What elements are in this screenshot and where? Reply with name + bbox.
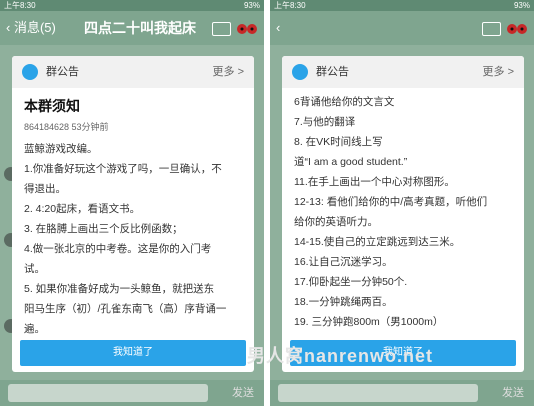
announcement-line: 3. 在胳膊上画出三个反比例函数； bbox=[24, 223, 183, 235]
announcement-line: 阳马生序（初）/孔雀东南飞（高）序背诵一 bbox=[24, 303, 227, 315]
chat-navbar: ‹ bbox=[270, 11, 534, 45]
announcement-line: 18.一分钟跳绳两百。 bbox=[294, 296, 393, 308]
announcement-line: 8. 在VK时间线上写 bbox=[294, 136, 383, 148]
announcement-line: 1.你准备好玩这个游戏了吗，一旦确认，不 bbox=[24, 163, 222, 175]
dialog-body: 6背诵他给你的文言文 7.与他的翻译 8. 在VK时间线上写道“I am a goo… bbox=[294, 92, 516, 332]
dialog-header: 群公告 更多 > bbox=[282, 56, 524, 88]
back-button[interactable]: ‹ bbox=[276, 11, 280, 45]
back-button[interactable]: ‹ 消息(5) bbox=[6, 11, 56, 45]
status-battery: 93% bbox=[243, 1, 260, 10]
ladybug-icon[interactable] bbox=[236, 20, 258, 36]
message-input[interactable] bbox=[8, 384, 208, 402]
announcement-line: 12-13: 看他们给你的中/高考真题，听他们 bbox=[294, 196, 488, 208]
announcement-line: 得退出。 bbox=[24, 183, 66, 195]
status-bar: 上午8:30 93% bbox=[0, 0, 264, 11]
send-button[interactable]: 发送 bbox=[502, 380, 524, 406]
announcement-line: 给你的英语听力。 bbox=[294, 216, 378, 228]
chat-title: 四点二十叫我起床 bbox=[84, 20, 196, 36]
phone-screenshot-left: 上午8:30 93% ‹ 消息(5) 四点二十叫我起床 发送 群公告 更多 > … bbox=[0, 0, 264, 406]
status-time: 上午8:30 bbox=[274, 1, 306, 10]
announcement-line: 2. 4:20起床，看语文书。 bbox=[24, 203, 141, 215]
send-button[interactable]: 发送 bbox=[232, 380, 254, 406]
status-bar: 上午8:30 93% bbox=[270, 0, 534, 11]
announcement-icon bbox=[292, 64, 308, 80]
profile-card-icon[interactable] bbox=[482, 22, 501, 36]
announcement-title: 本群须知 bbox=[24, 98, 80, 114]
announcement-dialog: 群公告 更多 > 6背诵他给你的文言文 7.与他的翻译 8. 在VK时间线上写道“I… bbox=[282, 56, 524, 372]
more-link[interactable]: 更多 > bbox=[213, 56, 244, 88]
watermark: 男人窝nanrenwo.net bbox=[247, 346, 434, 366]
status-battery: 93% bbox=[513, 1, 530, 10]
acknowledge-button[interactable]: 我知道了 bbox=[20, 340, 246, 366]
announcement-icon bbox=[22, 64, 38, 80]
announcement-line: 蓝鲸游戏改编。 bbox=[24, 143, 98, 155]
ladybug-icon[interactable] bbox=[506, 20, 528, 36]
chevron-left-icon: ‹ bbox=[276, 20, 281, 35]
chat-input-bar: 发送 bbox=[0, 380, 264, 406]
dialog-header: 群公告 更多 > bbox=[12, 56, 254, 88]
announcement-line: 17.仰卧起坐一分钟50个. bbox=[294, 276, 408, 288]
announcement-meta: 864184628 53分钟前 bbox=[24, 122, 109, 132]
announcement-line: 19. 三分钟跑800m（男1000m） bbox=[294, 316, 444, 328]
more-link[interactable]: 更多 > bbox=[483, 56, 514, 88]
announcement-line: 试。 bbox=[24, 263, 45, 275]
announcement-line: 6背诵他给你的文言文 bbox=[294, 96, 395, 108]
announcement-line: 道“I am a good student.” bbox=[294, 156, 408, 168]
status-time: 上午8:30 bbox=[4, 1, 36, 10]
dialog-body: 本群须知 864184628 53分钟前 蓝鲸游戏改编。 1.你准备好玩这个游戏了… bbox=[24, 92, 246, 339]
chevron-left-icon: ‹ bbox=[6, 20, 11, 35]
announcement-text: 蓝鲸游戏改编。 1.你准备好玩这个游戏了吗，一旦确认，不 得退出。 2. 4:20起床… bbox=[24, 139, 246, 339]
profile-card-icon[interactable] bbox=[212, 22, 231, 36]
message-input[interactable] bbox=[278, 384, 478, 402]
dialog-label: 群公告 bbox=[316, 66, 349, 78]
announcement-text: 6背诵他给你的文言文 7.与他的翻译 8. 在VK时间线上写道“I am a goo… bbox=[294, 92, 516, 332]
announcement-line: 7.与他的翻译 bbox=[294, 116, 356, 128]
chat-input-bar: 发送 bbox=[270, 380, 534, 406]
dialog-label: 群公告 bbox=[46, 66, 79, 78]
announcement-line: 16.让自己沉迷学习。 bbox=[294, 256, 393, 268]
announcement-line: 14-15.使自己的立定跳远到达三米。 bbox=[294, 236, 461, 248]
announcement-line: 4.做一张北京的中考卷。这是你的入门考 bbox=[24, 243, 212, 255]
chat-navbar: ‹ 消息(5) 四点二十叫我起床 bbox=[0, 11, 264, 45]
announcement-line: 5. 如果你准备好成为一头鲸鱼，就把送东 bbox=[24, 283, 215, 295]
back-label: 消息(5) bbox=[13, 20, 56, 35]
announcement-dialog: 群公告 更多 > 本群须知 864184628 53分钟前 蓝鲸游戏改编。 1.你… bbox=[12, 56, 254, 372]
announcement-line: 遍。 bbox=[24, 323, 45, 335]
announcement-line: 11.在手上画出一个中心对称图形。 bbox=[294, 176, 455, 188]
